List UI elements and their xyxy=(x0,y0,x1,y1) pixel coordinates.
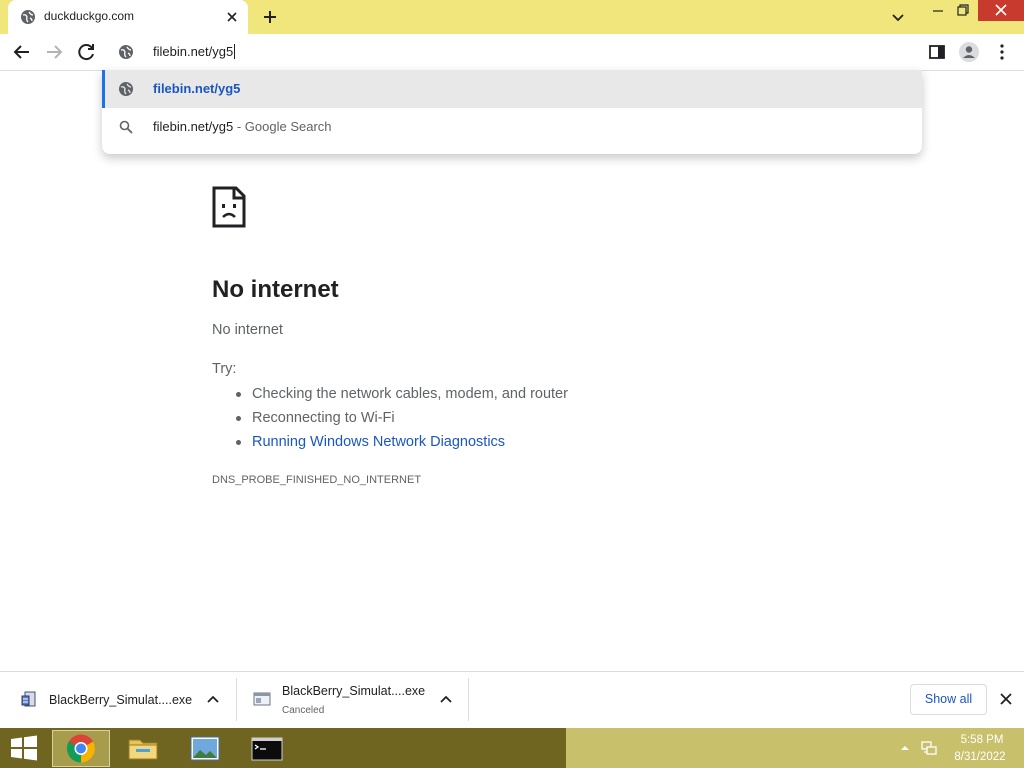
tab-search-chevron-icon[interactable] xyxy=(889,8,907,26)
suggestion-search-row[interactable]: filebin.net/yg5 - Google Search xyxy=(153,119,332,134)
chevron-up-icon[interactable] xyxy=(438,692,454,708)
tab-close-icon[interactable] xyxy=(224,9,240,25)
error-subheading: No internet xyxy=(212,322,283,338)
text-caret xyxy=(234,44,236,59)
network-icon[interactable] xyxy=(920,739,938,757)
download-filename[interactable]: BlackBerry_Simulat....exe xyxy=(49,693,192,707)
back-arrow-icon[interactable] xyxy=(10,40,34,64)
search-icon xyxy=(119,120,133,134)
installer-file-icon xyxy=(20,690,38,708)
suggestion-url-text[interactable]: filebin.net/yg5 xyxy=(153,81,240,96)
suggestions-list: Checking the network cables, modem, and … xyxy=(234,385,568,457)
file-explorer-taskbar-button[interactable] xyxy=(114,730,172,767)
suggestion-search-suffix: - Google Search xyxy=(236,119,332,134)
divider xyxy=(468,678,469,721)
tray-chevron-up-icon[interactable] xyxy=(900,743,910,753)
clock-time[interactable]: 5:58 PM xyxy=(960,734,1004,746)
close-icon[interactable] xyxy=(998,691,1014,707)
sad-page-icon xyxy=(212,186,246,228)
error-code: DNS_PROBE_FINISHED_NO_INTERNET xyxy=(212,474,422,486)
address-bar-input[interactable]: filebin.net/yg5 xyxy=(153,44,236,59)
suggestion-search-text: filebin.net/yg5 xyxy=(153,119,234,134)
forward-arrow-icon[interactable] xyxy=(42,40,66,64)
network-diagnostics-link[interactable]: Running Windows Network Diagnostics xyxy=(234,433,568,457)
profile-avatar-icon[interactable] xyxy=(958,41,980,63)
download-status: Canceled xyxy=(282,705,325,716)
reload-icon[interactable] xyxy=(74,40,98,64)
show-all-downloads-button[interactable]: Show all xyxy=(910,684,987,715)
executable-file-icon xyxy=(253,690,271,708)
list-item: Reconnecting to Wi-Fi xyxy=(234,409,568,433)
side-panel-icon[interactable] xyxy=(928,43,946,61)
tab-title: duckduckgo.com xyxy=(44,9,135,23)
chrome-taskbar-button[interactable] xyxy=(52,730,110,767)
photos-taskbar-button[interactable] xyxy=(176,730,234,767)
window-restore-icon[interactable] xyxy=(946,0,978,22)
error-heading: No internet xyxy=(212,276,339,303)
new-tab-plus-icon[interactable] xyxy=(260,7,280,27)
chevron-up-icon[interactable] xyxy=(205,692,221,708)
globe-icon xyxy=(118,81,134,97)
download-filename[interactable]: BlackBerry_Simulat....exe xyxy=(282,684,425,698)
divider xyxy=(236,678,237,721)
list-item: Checking the network cables, modem, and … xyxy=(234,385,568,409)
command-prompt-taskbar-button[interactable] xyxy=(238,730,296,767)
address-bar-value: filebin.net/yg5 xyxy=(153,44,234,59)
clock-date[interactable]: 8/31/2022 xyxy=(952,751,1008,763)
kebab-menu-icon[interactable] xyxy=(994,43,1010,61)
globe-icon xyxy=(20,9,36,25)
selection-indicator xyxy=(102,70,105,108)
globe-icon xyxy=(118,44,134,60)
windows-start-icon[interactable] xyxy=(8,734,40,762)
window-close-button[interactable] xyxy=(978,0,1024,21)
try-label: Try: xyxy=(212,361,237,377)
